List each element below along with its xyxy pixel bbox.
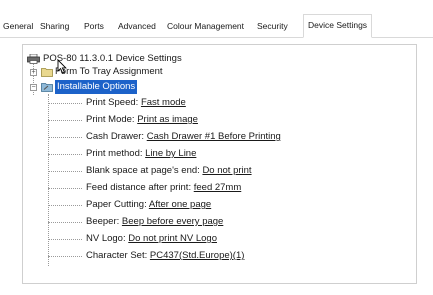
tree-connector [48,222,82,223]
option-label: Paper Cutting: [86,199,147,210]
printer-icon [27,54,40,64]
option-value[interactable]: Beep before every page [122,216,223,227]
tab-strip: General Sharing Ports Advanced Colour Ma… [0,0,433,38]
option-label: Print method: [86,148,143,159]
tab-ports[interactable]: Ports [84,18,104,36]
tab-sharing[interactable]: Sharing [40,18,69,36]
tab-advanced[interactable]: Advanced [118,18,156,36]
expand-button[interactable]: + [30,69,37,76]
option-label: Beeper: [86,216,120,227]
option-label: NV Logo: [86,233,126,244]
option-value[interactable]: PC437(Std.Europe)(1) [150,250,245,261]
option-value[interactable]: After one page [149,199,211,210]
tab-device-settings[interactable]: Device Settings [303,14,373,38]
option-value[interactable]: Do not print [202,165,251,176]
tree-connector [48,256,82,257]
option-nv-logo[interactable]: NV Logo: Do not print NV Logo [86,232,217,246]
option-value[interactable]: Print as image [137,114,198,125]
tab-colour-management[interactable]: Colour Management [167,18,244,36]
option-label: Print Speed: [86,97,139,108]
option-value[interactable]: Do not print NV Logo [128,233,217,244]
option-label: Cash Drawer: [86,131,145,142]
tree-connector [48,188,82,189]
tree-connector [48,103,82,104]
option-cash-drawer[interactable]: Cash Drawer: Cash Drawer #1 Before Print… [86,130,281,144]
tab-general[interactable]: General [3,18,33,36]
folder-icon [41,68,53,77]
tree-connector [48,154,82,155]
option-label: Character Set: [86,250,148,261]
mouse-cursor-icon [57,59,67,74]
printer-properties-window: General Sharing Ports Advanced Colour Ma… [0,0,433,295]
tree-connector [48,120,82,121]
tree-connector [48,137,82,138]
option-character-set[interactable]: Character Set: PC437(Std.Europe)(1) [86,249,244,263]
option-print-mode[interactable]: Print Mode: Print as image [86,113,198,127]
option-label: Print Mode: [86,114,135,125]
option-label: Blank space at page's end: [86,165,200,176]
wrench-folder-icon [41,83,53,92]
option-blank-space[interactable]: Blank space at page's end: Do not print [86,164,252,178]
tree-connector [48,171,82,172]
option-value[interactable]: Fast mode [141,97,186,108]
option-print-method[interactable]: Print method: Line by Line [86,147,196,161]
option-value[interactable]: Cash Drawer #1 Before Printing [147,131,281,142]
collapse-button[interactable]: − [30,84,37,91]
tree-connector [48,205,82,206]
tab-security[interactable]: Security [257,18,288,36]
option-value[interactable]: feed 27mm [194,182,242,193]
option-label: Feed distance after print: [86,182,192,193]
option-beeper[interactable]: Beeper: Beep before every page [86,215,223,229]
option-feed-distance[interactable]: Feed distance after print: feed 27mm [86,181,241,195]
option-print-speed[interactable]: Print Speed: Fast mode [86,96,186,110]
installable-options-node[interactable]: Installable Options [55,80,138,94]
device-settings-tree[interactable]: POS-80 11.3.0.1 Device Settings + Form T… [22,44,417,284]
option-paper-cutting[interactable]: Paper Cutting: After one page [86,198,211,212]
option-value[interactable]: Line by Line [145,148,196,159]
tree-connector [48,239,82,240]
form-to-tray-assignment-node[interactable]: Form To Tray Assignment [55,65,163,79]
